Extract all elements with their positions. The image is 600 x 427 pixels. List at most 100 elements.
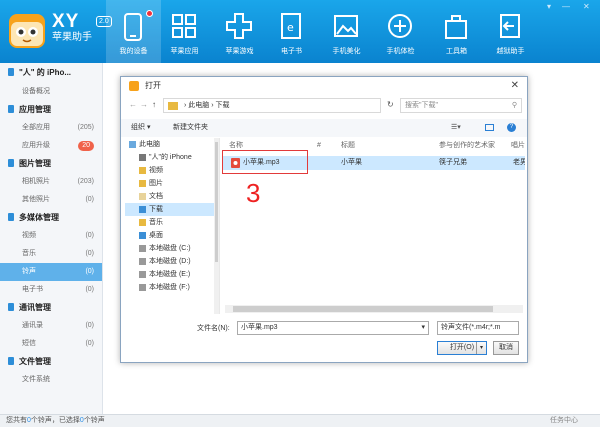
new-folder-button[interactable]: 新建文件夹 [173,119,208,137]
section-label: 文件管理 [19,357,51,366]
dialog-footer: 文件名(N): 小苹果.mp3 ▾ 铃声文件(*.m4r;*.m 打开(O) ▾ 取… [121,317,527,363]
tree-item-drive-f[interactable]: 本地磁盘 (F:) [125,281,219,294]
sidebar-item-label: 其他照片 [22,196,50,203]
section-file-mgmt[interactable]: 文件管理 [0,353,102,371]
tree-item-downloads[interactable]: 下载 [125,203,219,216]
chevron-down-icon[interactable]: ▾ [421,322,425,334]
tree-item-drive-c[interactable]: 本地磁盘 (C:) [125,242,219,255]
path-segment[interactable]: 此电脑 [188,102,209,109]
tree-item-desktop[interactable]: 桌面 [125,229,219,242]
tree-item-drive-e[interactable]: 本地磁盘 (E:) [125,268,219,281]
item-count: (0) [85,196,94,203]
image-icon [334,15,358,37]
sidebar-item-contacts[interactable]: 通讯录 (0) [0,317,102,335]
section-comm-mgmt[interactable]: 通讯管理 [0,299,102,317]
dialog-close-button[interactable]: ✕ [511,77,519,95]
cancel-button[interactable]: 取消 [493,341,519,355]
column-header-album[interactable]: 唱片 [511,138,525,154]
section-app-mgmt[interactable]: 应用管理 [0,101,102,119]
nav-label: 苹果游戏 [225,48,254,55]
tree-item-documents[interactable]: 文档 [125,190,219,203]
tree-label: 本地磁盘 (F:) [149,284,190,291]
forward-arrow-icon[interactable]: → [140,100,148,109]
tree-item-pictures[interactable]: 图片 [125,177,219,190]
help-icon[interactable]: ? [507,123,516,132]
horizontal-scrollbar[interactable] [225,305,523,313]
preview-pane-icon[interactable] [485,124,494,131]
view-icon[interactable]: ☰▾ [451,119,461,137]
close-button[interactable]: ✕ [583,2,590,11]
sidebar-item-overview[interactable]: 设备概况 [0,83,102,101]
status-bar: 您共有0个铃声，已选择0个铃声 任务中心 [0,414,600,427]
organize-button[interactable]: 组织 ▾ [131,119,150,137]
device-name: "人" 的 iPho... [19,68,72,77]
search-input[interactable]: 搜索"下载" ⚲ [400,98,522,113]
column-header-title[interactable]: 标题 [341,138,355,154]
sidebar-item-filesystem[interactable]: 文件系统 [0,371,102,389]
sidebar-item-other-photos[interactable]: 其他照片 (0) [0,191,102,209]
nav-my-device[interactable]: 我的设备 [106,0,161,63]
sidebar-item-ringtone[interactable]: 铃声 (0) [0,263,102,281]
tree-label: 此电脑 [139,141,160,148]
section-media-mgmt[interactable]: 多媒体管理 [0,209,102,227]
refresh-icon[interactable]: ↻ [387,100,394,109]
column-header-artist[interactable]: 参与创作的艺术家 [439,138,495,154]
nav-label: 我的设备 [119,48,148,55]
open-dropdown-icon[interactable]: ▾ [476,342,486,354]
back-arrow-icon[interactable]: ← [129,100,137,109]
section-photo-mgmt[interactable]: 图片管理 [0,155,102,173]
scrollbar-thumb[interactable] [233,306,493,312]
up-arrow-icon[interactable]: ↑ [152,100,156,109]
filetype-value: 铃声文件(*.m4r;*.m [441,324,501,331]
item-count: (205) [77,124,94,131]
sidebar-item-camera[interactable]: 相机照片 (203) [0,173,102,191]
minimize-button[interactable]: — [562,2,570,11]
brand-subtitle: 苹果助手 [52,32,92,43]
photo-mgmt-icon [8,159,14,167]
nav-ebooks[interactable]: e 电子书 [264,0,319,63]
dialog-title: 打开 [145,81,161,90]
nav-games[interactable]: 苹果游戏 [212,0,267,63]
tree-item-videos[interactable]: 视频 [125,164,219,177]
tree-scrollbar[interactable] [214,138,219,314]
jailbreak-icon [500,14,520,38]
nav-apps[interactable]: 苹果应用 [157,0,212,63]
tree-item-iphone[interactable]: "人"的 iPhone [125,151,219,164]
tree-item-music[interactable]: 音乐 [125,216,219,229]
filename-value: 小苹果.mp3 [241,324,278,331]
section-label: 多媒体管理 [19,213,59,222]
app-mgmt-icon [8,105,14,113]
device-selector[interactable]: "人" 的 iPho... [0,63,102,83]
status-text: 个铃声，已选择 [30,417,80,424]
item-count: (203) [77,178,94,185]
nav-toolbox[interactable]: 工具箱 [429,0,484,63]
sidebar-item-label: 文件系统 [22,376,50,383]
sidebar-item-sms[interactable]: 短信 (0) [0,335,102,353]
filename-input[interactable]: 小苹果.mp3 ▾ [237,321,429,335]
tree-item-this-pc[interactable]: 此电脑 [125,138,219,151]
task-center-button[interactable]: 任务中心 [550,415,578,427]
filename-label: 文件名(N): [197,325,230,332]
nav-beautify[interactable]: 手机美化 [319,0,374,63]
filetype-select[interactable]: 铃声文件(*.m4r;*.m [437,321,519,335]
nav-jailbreak[interactable]: 越狱助手 [483,0,538,63]
sidebar-item-app-update[interactable]: 应用升级 20 [0,137,102,155]
path-input[interactable]: › 此电脑 › 下载 [163,98,381,113]
tree-item-drive-d[interactable]: 本地磁盘 (D:) [125,255,219,268]
path-segment[interactable]: 下载 [216,102,230,109]
scrollbar-thumb[interactable] [215,142,218,262]
highlight-box [222,150,308,174]
desktop-folder-icon [139,232,146,239]
sidebar-item-label: 相机照片 [22,178,50,185]
open-button[interactable]: 打开(O) ▾ [437,341,487,355]
column-header-number[interactable]: # [317,138,321,154]
sidebar-item-ebook[interactable]: 电子书 (0) [0,281,102,299]
tree-label: 本地磁盘 (C:) [149,245,191,252]
sidebar-item-video[interactable]: 视频 (0) [0,227,102,245]
nav-checkup[interactable]: 手机体检 [373,0,428,63]
item-count: (0) [85,286,94,293]
sidebar-item-all-apps[interactable]: 全部应用 (205) [0,119,102,137]
menu-button[interactable]: ▾ [547,2,551,11]
sidebar-item-music[interactable]: 音乐 (0) [0,245,102,263]
section-label: 通讯管理 [19,303,51,312]
